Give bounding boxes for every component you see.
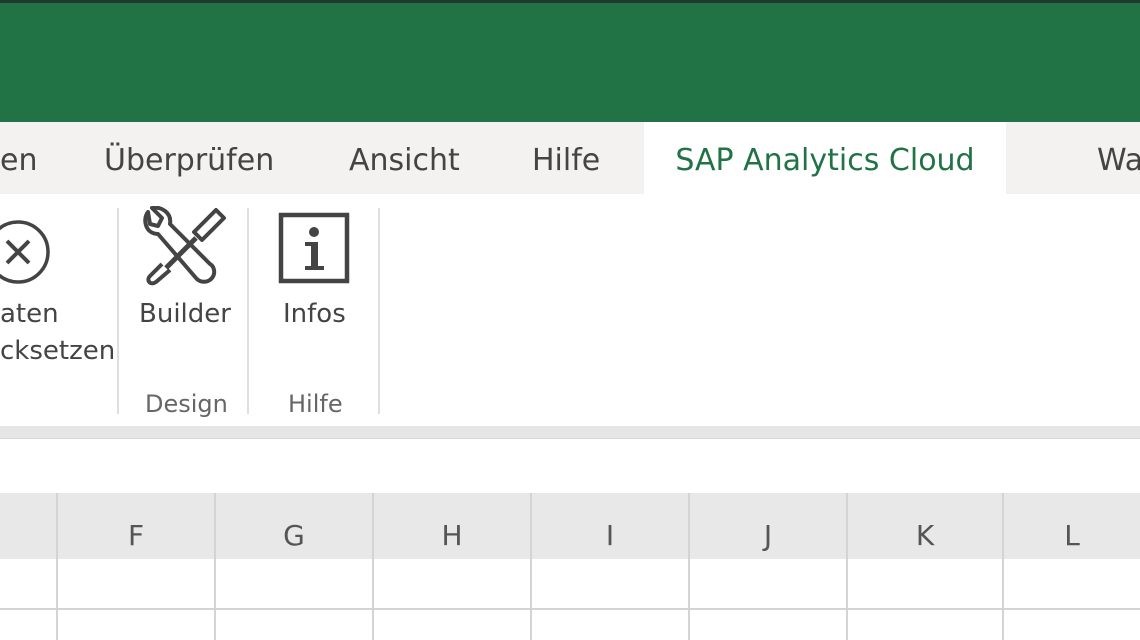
reset-label-line2: cksetzen [0, 336, 116, 366]
tab-sap-analytics-cloud[interactable]: SAP Analytics Cloud [644, 122, 1006, 194]
tab-partial-right[interactable]: Wa [1097, 122, 1140, 194]
column-letter: I [605, 519, 615, 552]
cell-grid[interactable] [0, 559, 1140, 640]
ribbon-bottom-edge [0, 426, 1140, 439]
info-icon [278, 212, 350, 284]
tab-ansicht[interactable]: Ansicht [349, 122, 460, 194]
grid-line [372, 559, 374, 640]
column-letter: F [127, 519, 145, 552]
builder-label: Builder [139, 299, 231, 329]
group-separator [247, 208, 249, 414]
ribbon-panel: aten cksetzen Builder Design Infos Hilfe [0, 194, 1140, 426]
column-header-k[interactable]: K [846, 493, 1002, 559]
column-header-row: F G H I J K L [0, 493, 1140, 559]
infos-label: Infos [283, 299, 346, 329]
grid-line [1002, 559, 1004, 640]
title-bar [0, 0, 1140, 122]
grid-line [0, 608, 1140, 610]
column-header-f[interactable]: F [56, 493, 214, 559]
group-label-design: Design [145, 390, 228, 418]
ribbon-tab-bar: en Überprüfen Ansicht Hilfe SAP Analytic… [0, 122, 1140, 194]
reset-label-line1: aten [0, 299, 59, 329]
group-label-hilfe: Hilfe [288, 390, 343, 418]
builder-button[interactable]: Builder [130, 194, 240, 344]
tab-label: Ansicht [349, 143, 460, 178]
grid-line [56, 559, 58, 640]
column-header-j[interactable]: J [688, 493, 846, 559]
group-separator [378, 208, 380, 414]
grid-line [688, 559, 690, 640]
formula-bar[interactable] [0, 439, 1140, 493]
column-letter: G [283, 519, 305, 552]
wrench-screwdriver-icon [143, 206, 226, 286]
column-header-l[interactable]: L [1002, 493, 1140, 559]
column-header-h[interactable]: H [372, 493, 530, 559]
column-header-i[interactable]: I [530, 493, 688, 559]
tab-ueberpruefen[interactable]: Überprüfen [104, 122, 274, 194]
infos-button[interactable]: Infos [262, 194, 366, 344]
grid-line [846, 559, 848, 640]
tab-label: Hilfe [532, 143, 601, 178]
column-letter: K [915, 519, 935, 552]
tab-label: Wa [1097, 143, 1140, 178]
tab-partial-left[interactable]: en [0, 122, 60, 194]
column-header-g[interactable]: G [214, 493, 372, 559]
column-letter: L [1064, 519, 1080, 552]
grid-line [530, 559, 532, 640]
tab-label: Überprüfen [104, 143, 275, 178]
tab-label: SAP Analytics Cloud [675, 143, 975, 178]
group-separator [117, 208, 119, 414]
grid-line [214, 559, 216, 640]
tab-label: en [0, 143, 38, 178]
column-letter: J [763, 519, 773, 552]
reset-data-button[interactable]: aten cksetzen [0, 194, 116, 374]
close-circle-icon [0, 220, 50, 284]
column-letter: H [441, 519, 463, 552]
tab-hilfe[interactable]: Hilfe [532, 122, 600, 194]
